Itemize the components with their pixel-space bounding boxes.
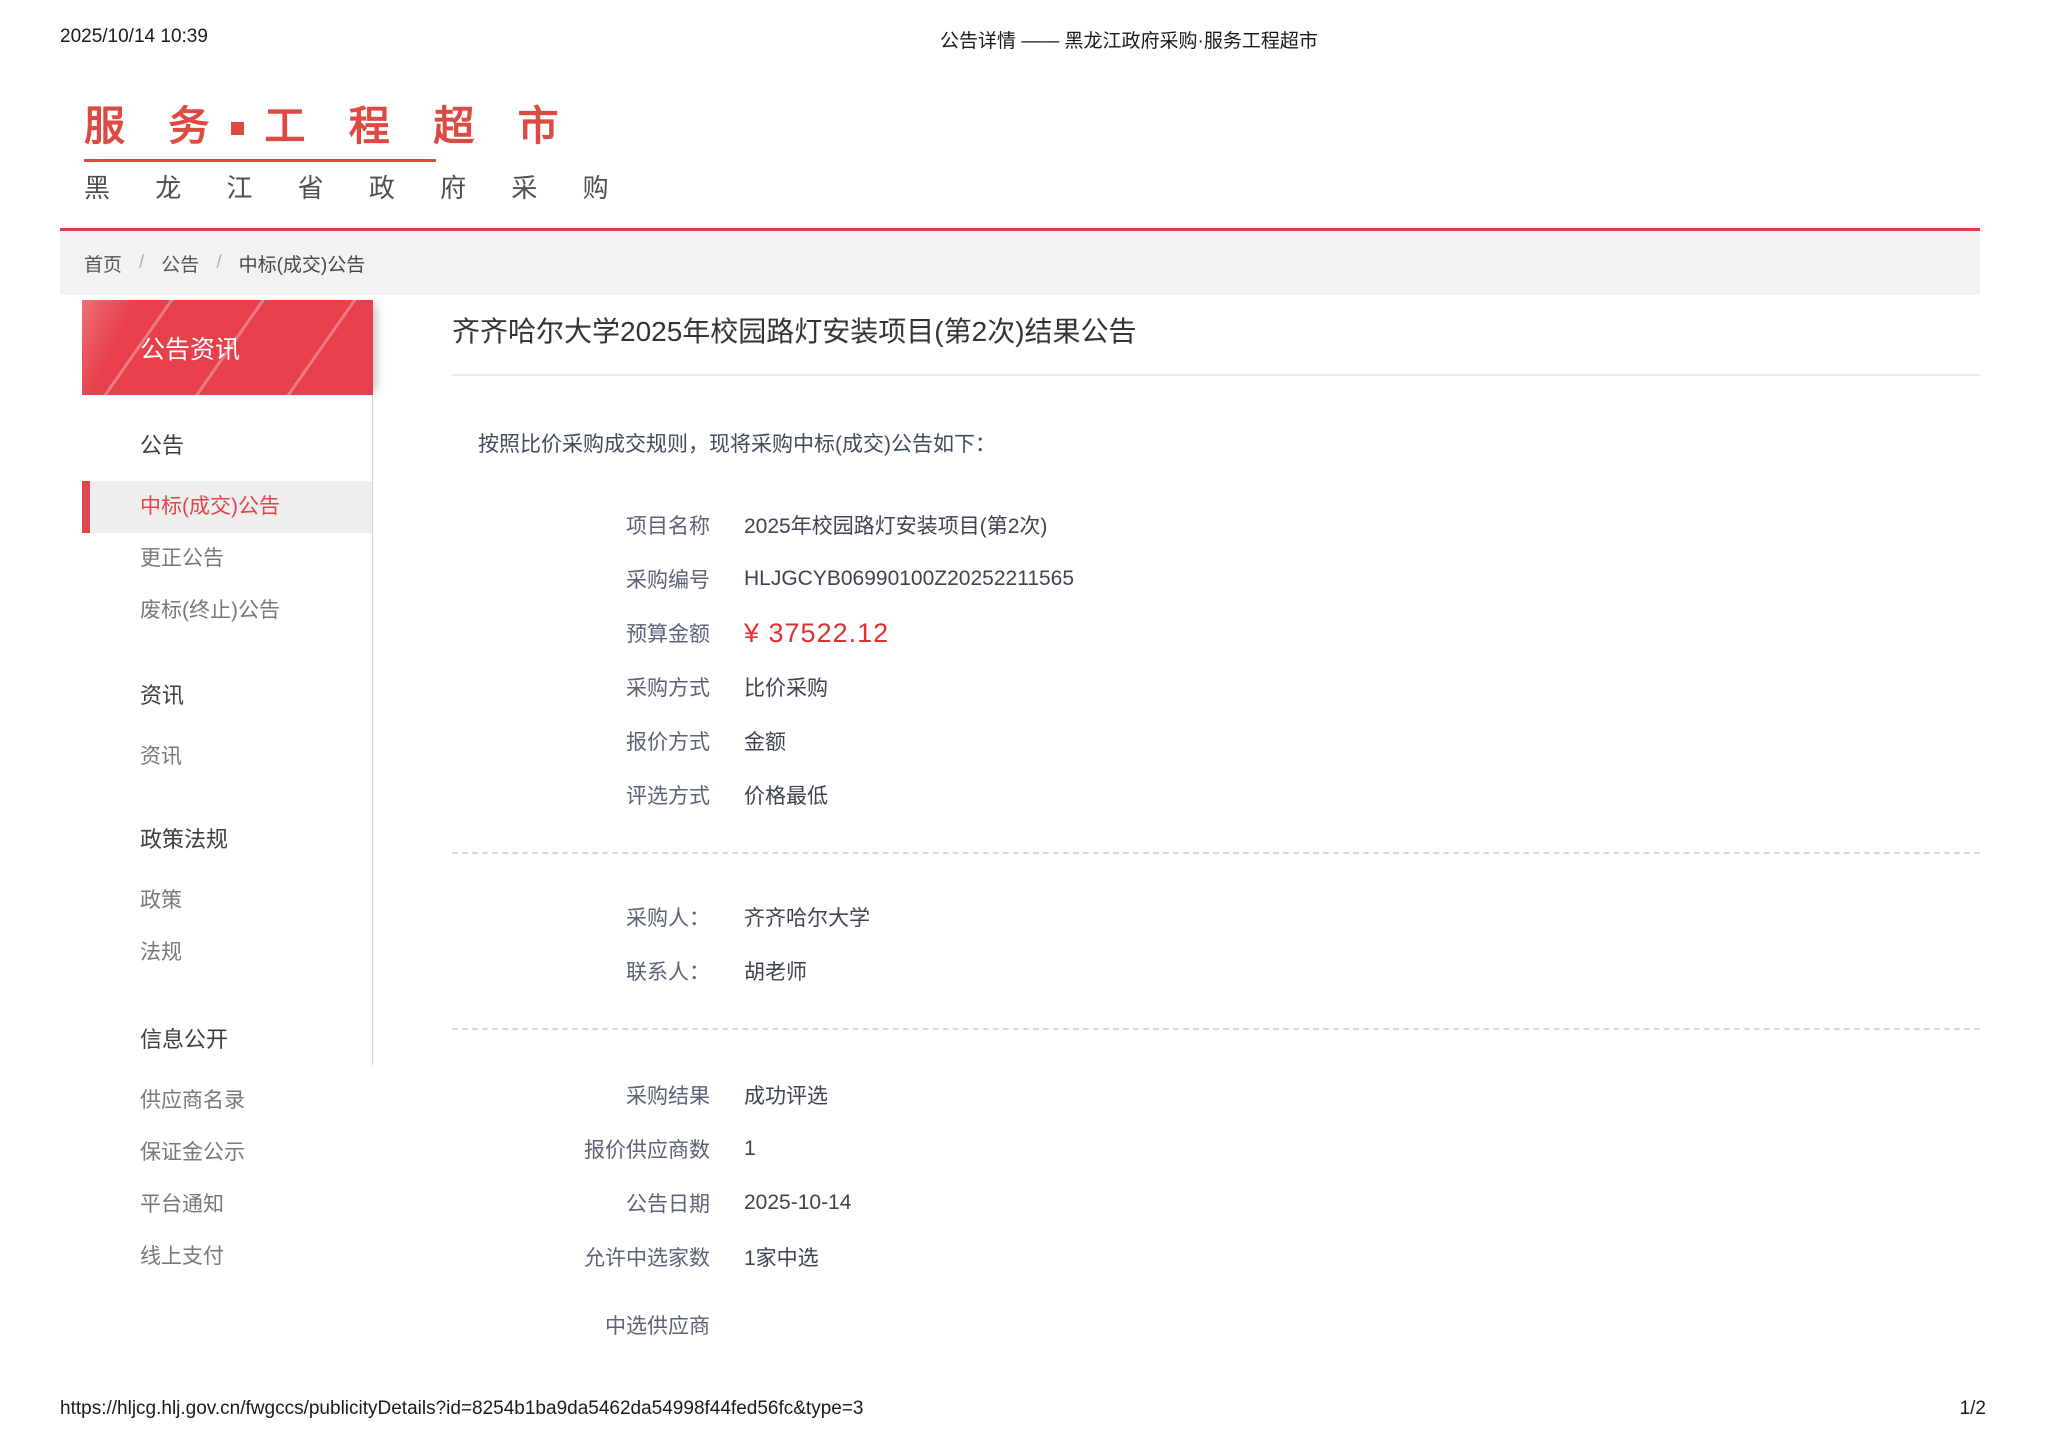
field-value: HLJGCYB06990100Z20252211565 — [744, 567, 1075, 591]
breadcrumb-item: 中标(成交)公告 — [238, 254, 366, 276]
field-groups: 项目名称 2025年校园路灯安装项目(第2次) 采购编号 HLJGCYB0699010… — [452, 498, 1980, 1352]
field-row: 中选供应商 — [452, 1298, 1980, 1352]
breadcrumb-item[interactable]: 公告 — [161, 250, 199, 277]
field-label: 公告日期 — [626, 1193, 710, 1217]
field-value: 金额 — [744, 731, 786, 755]
field-value: 价格最低 — [744, 785, 828, 809]
sidebar-item[interactable]: 线上支付 — [82, 1231, 373, 1283]
sidebar-section-items: 资讯 — [82, 731, 373, 783]
field-value: ¥ 37522.12 — [744, 617, 890, 648]
sidebar-section: 公告中标(成交)公告 更正公告 废标(终止)公告 — [82, 419, 373, 637]
logo-underline — [84, 159, 436, 162]
print-footer-url: https://hljcg.hlj.gov.cn/fwgccs/publicit… — [60, 1398, 864, 1419]
field-row: 预算金额 ¥ 37522.12 — [452, 606, 1980, 660]
field-label: 报价供应商数 — [584, 1139, 710, 1163]
page-title: 齐齐哈尔大学2025年校园路灯安装项目(第2次)结果公告 — [452, 316, 1137, 347]
field-value: 2025-10-14 — [744, 1191, 852, 1215]
sidebar-item[interactable]: 更正公告 — [82, 533, 373, 585]
field-label: 联系人： — [626, 961, 710, 985]
logo-title-left: 服 务 — [84, 103, 226, 149]
field-label: 采购人： — [626, 907, 710, 931]
site-logo-subtitle: 黑 龙 江 省 政 府 采 购 — [84, 173, 628, 203]
title-separator — [452, 374, 1980, 377]
field-group: 项目名称 2025年校园路灯安装项目(第2次) 采购编号 HLJGCYB0699010… — [452, 498, 1980, 822]
sidebar-border — [372, 300, 373, 1065]
breadcrumb-item[interactable]: 首页 — [84, 250, 122, 277]
breadcrumb-separator: / — [216, 252, 222, 273]
sidebar-section-title: 信息公开 — [140, 1027, 229, 1052]
field-label: 中选供应商 — [605, 1315, 710, 1339]
sidebar-section-title: 资讯 — [140, 683, 185, 708]
field-label: 采购结果 — [626, 1085, 710, 1109]
site-logo: 服 务 工 程 超 市 黑 龙 江 省 政 府 采 购 — [84, 106, 628, 201]
field-value: 比价采购 — [744, 677, 828, 701]
sidebar-section: 信息公开供应商名录 保证金公示 平台通知 线上支付 — [82, 1013, 373, 1283]
dashed-divider — [452, 852, 1980, 855]
print-footer-page-number: 1/2 — [1959, 1398, 1986, 1419]
sidebar-item[interactable]: 废标(终止)公告 — [82, 585, 373, 637]
intro-text: 按照比价采购成交规则，现将采购中标(成交)公告如下： — [478, 433, 996, 457]
field-label: 采购编号 — [626, 569, 710, 593]
sidebar-section-title: 政策法规 — [140, 827, 229, 852]
sidebar-section: 政策法规 政策 法规 — [82, 813, 373, 979]
sidebar-header: 公告资讯 — [82, 300, 373, 395]
field-value: 齐齐哈尔大学 — [744, 907, 870, 931]
breadcrumb: 首页 / 公告 / 中标(成交)公告 — [60, 231, 1980, 295]
field-row: 公告日期 2025-10-14 — [452, 1176, 1980, 1230]
field-label: 报价方式 — [626, 731, 710, 755]
sidebar-item[interactable]: 供应商名录 — [82, 1075, 373, 1127]
field-label: 允许中选家数 — [584, 1247, 710, 1271]
field-label: 评选方式 — [626, 785, 710, 809]
sidebar-menu: 公告 中标(成交)公告 更正公告 废标(终止)公告 资讯 资讯 政策法规 政策 法规 信息公开 供应… — [82, 419, 373, 1283]
field-label: 采购方式 — [626, 677, 710, 701]
sidebar-item[interactable]: 中标(成交)公告 — [82, 481, 373, 533]
field-row: 采购人： 齐齐哈尔大学 — [452, 890, 1980, 944]
sidebar-section-items: 中标(成交)公告 更正公告 废标(终止)公告 — [82, 481, 373, 637]
sidebar-item[interactable]: 政策 — [82, 875, 373, 927]
site-logo-title: 服 务 工 程 超 市 — [84, 106, 628, 147]
sidebar: 公告资讯 公告 中标(成交)公告 更正公告 废标(终止)公告 资讯 资讯 政策法规 政策 法规信… — [82, 300, 373, 1283]
field-label: 项目名称 — [626, 515, 710, 539]
main-content: 齐齐哈尔大学2025年校园路灯安装项目(第2次)结果公告 按照比价采购成交规则，… — [452, 300, 1980, 1352]
field-value: 1 — [744, 1137, 756, 1161]
print-document-title: 公告详情 —— 黑龙江政府采购·服务工程超市 — [940, 31, 1318, 52]
field-row: 允许中选家数 1家中选 — [452, 1230, 1980, 1284]
sidebar-section: 资讯 资讯 — [82, 669, 373, 783]
sidebar-item[interactable]: 资讯 — [82, 731, 373, 783]
field-row: 采购方式 比价采购 — [452, 660, 1980, 714]
field-value: 成功评选 — [744, 1085, 828, 1109]
dashed-divider — [452, 1028, 1980, 1031]
field-label: 预算金额 — [626, 623, 710, 647]
logo-title-right: 工 程 超 市 — [264, 103, 575, 149]
field-row: 采购编号 HLJGCYB06990100Z20252211565 — [452, 552, 1980, 606]
field-value: 胡老师 — [744, 961, 807, 985]
field-value: 2025年校园路灯安装项目(第2次) — [744, 515, 1048, 539]
field-row: 联系人： 胡老师 — [452, 944, 1980, 998]
sidebar-section-items: 政策 法规 — [82, 875, 373, 979]
field-row: 报价方式 金额 — [452, 714, 1980, 768]
field-row: 报价供应商数 1 — [452, 1122, 1980, 1176]
field-row: 评选方式 价格最低 — [452, 768, 1980, 822]
sidebar-section-title: 公告 — [140, 433, 185, 458]
print-timestamp: 2025/10/14 10:39 — [60, 26, 208, 47]
page: 2025/10/14 10:39 公告详情 —— 黑龙江政府采购·服务工程超市 … — [0, 0, 2048, 1447]
field-group: 采购结果 成功评选报价供应商数 1 公告日期 2025-10-14 允许中选家数 1家中选中… — [452, 1068, 1980, 1352]
sidebar-item[interactable]: 保证金公示 — [82, 1127, 373, 1179]
field-group: 采购人： 齐齐哈尔大学联系人： 胡老师 — [452, 890, 1980, 998]
sidebar-section-items: 供应商名录 保证金公示 平台通知 线上支付 — [82, 1075, 373, 1283]
breadcrumb-separator: / — [139, 252, 145, 273]
field-value: 1家中选 — [744, 1247, 819, 1271]
field-row: 项目名称 2025年校园路灯安装项目(第2次) — [452, 498, 1980, 552]
logo-dot-icon — [231, 122, 245, 135]
sidebar-item[interactable]: 法规 — [82, 927, 373, 979]
sidebar-item[interactable]: 平台通知 — [82, 1179, 373, 1231]
field-row: 采购结果 成功评选 — [452, 1068, 1980, 1122]
